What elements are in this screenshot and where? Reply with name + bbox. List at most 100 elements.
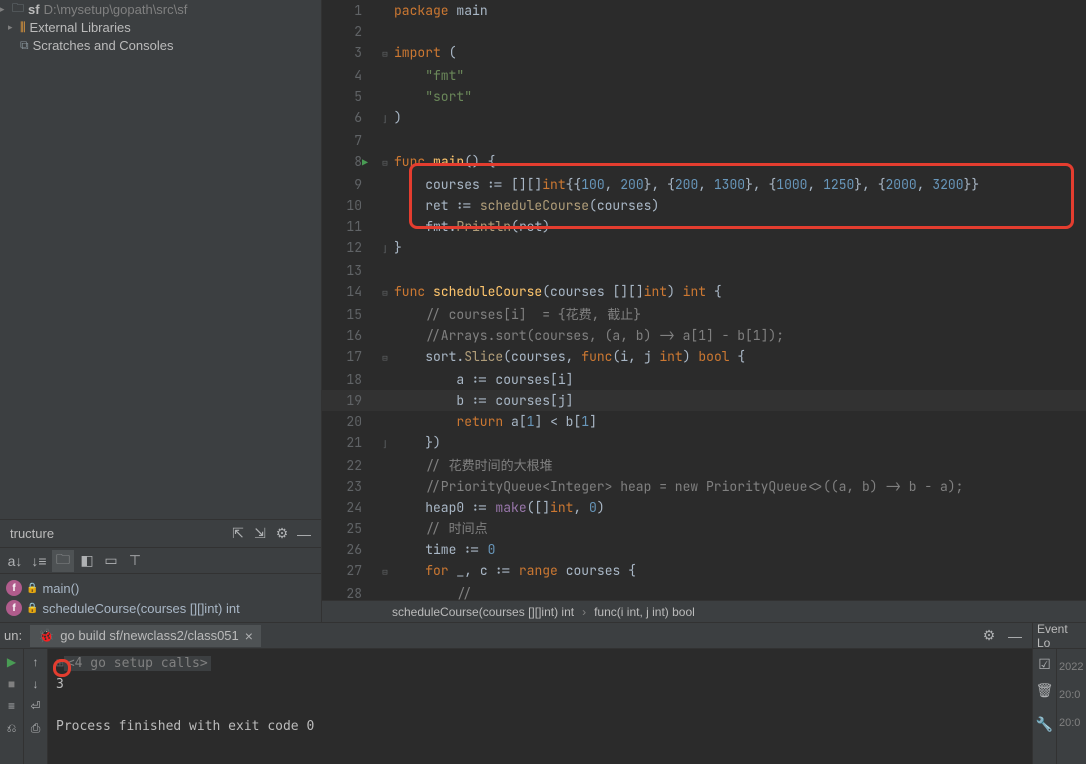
- line-number[interactable]: 7: [322, 130, 362, 151]
- fold-gutter[interactable]: [376, 86, 394, 107]
- line-number[interactable]: 9: [322, 174, 362, 195]
- code-line[interactable]: }): [394, 432, 1086, 455]
- gutter-run[interactable]: [362, 325, 376, 346]
- event-log-line[interactable]: 20:0: [1059, 681, 1084, 709]
- checkbox-icon[interactable]: ☑: [1034, 653, 1056, 675]
- code-line[interactable]: fmt.Println(ret): [394, 216, 1086, 237]
- run-output[interactable]: ⊞<4 go setup calls> 3 Process finished w…: [48, 649, 1032, 764]
- fold-gutter[interactable]: [376, 195, 394, 216]
- rerun-icon[interactable]: ▶: [3, 653, 21, 671]
- gutter-run[interactable]: [362, 86, 376, 107]
- fold-gutter[interactable]: ⊟: [376, 151, 394, 174]
- gutter-run[interactable]: ▶: [362, 151, 376, 174]
- line-number[interactable]: 14: [322, 281, 362, 304]
- code-line[interactable]: // courses[i] = {花费, 截止}: [394, 304, 1086, 325]
- code-line[interactable]: //: [394, 583, 1086, 600]
- code-line[interactable]: // 时间点: [394, 518, 1086, 539]
- fold-gutter[interactable]: [376, 21, 394, 42]
- gutter-run[interactable]: [362, 369, 376, 390]
- stop-icon[interactable]: ■: [3, 675, 21, 693]
- gutter-run[interactable]: [362, 216, 376, 237]
- line-number[interactable]: 19: [322, 390, 362, 411]
- code-line[interactable]: "sort": [394, 86, 1086, 107]
- line-number[interactable]: 1: [322, 0, 362, 21]
- fold-gutter[interactable]: [376, 390, 394, 411]
- fold-gutter[interactable]: ⌋: [376, 237, 394, 260]
- gutter-run[interactable]: [362, 281, 376, 304]
- expand-icon[interactable]: ⇱: [227, 523, 249, 545]
- fields-icon[interactable]: 🗀: [52, 550, 74, 572]
- code-line[interactable]: for _, c := range courses {: [394, 560, 1086, 583]
- sort-alpha-icon[interactable]: a↓: [4, 550, 26, 572]
- collapse-icon[interactable]: ⇲: [249, 523, 271, 545]
- setup-calls[interactable]: <4 go setup calls>: [64, 656, 211, 671]
- scratches-consoles[interactable]: ⧉ Scratches and Consoles: [0, 36, 321, 54]
- fold-gutter[interactable]: [376, 65, 394, 86]
- close-icon[interactable]: ×: [245, 628, 253, 644]
- code-line[interactable]: func main() {: [394, 151, 1086, 174]
- fold-gutter[interactable]: [376, 476, 394, 497]
- run-gutter-icon[interactable]: ▶: [362, 156, 368, 169]
- line-number[interactable]: 27: [322, 560, 362, 583]
- fold-gutter[interactable]: [376, 130, 394, 151]
- line-number[interactable]: 16: [322, 325, 362, 346]
- gutter-run[interactable]: [362, 455, 376, 476]
- fold-gutter[interactable]: [376, 518, 394, 539]
- code-line[interactable]: [394, 260, 1086, 281]
- code-line[interactable]: // 花费时间的大根堆: [394, 455, 1086, 476]
- gear-icon[interactable]: ⚙: [271, 523, 293, 545]
- line-number[interactable]: 28: [322, 583, 362, 600]
- gutter-run[interactable]: [362, 174, 376, 195]
- external-libraries[interactable]: ▸ ⫼ External Libraries: [0, 18, 321, 36]
- line-number[interactable]: 26: [322, 539, 362, 560]
- gutter-run[interactable]: [362, 518, 376, 539]
- gutter-run[interactable]: [362, 42, 376, 65]
- pin-icon[interactable]: ⎌: [3, 719, 21, 737]
- line-number[interactable]: 18: [322, 369, 362, 390]
- layout-icon[interactable]: ≡: [3, 697, 21, 715]
- fold-gutter[interactable]: [376, 497, 394, 518]
- line-number[interactable]: 20: [322, 411, 362, 432]
- code-line[interactable]: //PriorityQueue<Integer> heap = new Prio…: [394, 476, 1086, 497]
- fold-gutter[interactable]: ⊟: [376, 281, 394, 304]
- fold-gutter[interactable]: [376, 0, 394, 21]
- fold-gutter[interactable]: ⌋: [376, 107, 394, 130]
- fold-gutter[interactable]: [376, 455, 394, 476]
- fold-gutter[interactable]: ⊟: [376, 42, 394, 65]
- gutter-run[interactable]: [362, 21, 376, 42]
- fold-gutter[interactable]: [376, 304, 394, 325]
- gutter-run[interactable]: [362, 304, 376, 325]
- gutter-run[interactable]: [362, 130, 376, 151]
- down-icon[interactable]: ↓: [27, 675, 45, 693]
- gear-icon[interactable]: ⚙: [978, 625, 1000, 647]
- line-number[interactable]: 4: [322, 65, 362, 86]
- line-number[interactable]: 23: [322, 476, 362, 497]
- line-number[interactable]: 5: [322, 86, 362, 107]
- code-line[interactable]: sort.Slice(courses, func(i, j int) bool …: [394, 346, 1086, 369]
- line-number[interactable]: 13: [322, 260, 362, 281]
- code-line[interactable]: "fmt": [394, 65, 1086, 86]
- lambda-icon[interactable]: ⊤: [124, 550, 146, 572]
- line-number[interactable]: 15: [322, 304, 362, 325]
- line-number[interactable]: 24: [322, 497, 362, 518]
- line-number[interactable]: 21: [322, 432, 362, 455]
- fold-gutter[interactable]: ⊟: [376, 346, 394, 369]
- line-number[interactable]: 3: [322, 42, 362, 65]
- line-number[interactable]: 8: [322, 151, 362, 174]
- gutter-run[interactable]: [362, 476, 376, 497]
- line-number[interactable]: 22: [322, 455, 362, 476]
- code-line[interactable]: import (: [394, 42, 1086, 65]
- fold-gutter[interactable]: [376, 411, 394, 432]
- code-line[interactable]: ret := scheduleCourse(courses): [394, 195, 1086, 216]
- gutter-run[interactable]: [362, 497, 376, 518]
- fold-gutter[interactable]: [376, 369, 394, 390]
- structure-item[interactable]: f🔒main(): [0, 578, 321, 598]
- code-line[interactable]: [394, 21, 1086, 42]
- gutter-run[interactable]: [362, 411, 376, 432]
- code-line[interactable]: courses := [][]int{{100, 200}, {200, 130…: [394, 174, 1086, 195]
- code-line[interactable]: ): [394, 107, 1086, 130]
- code-line[interactable]: b := courses[j]: [394, 390, 1086, 411]
- code-line[interactable]: //Arrays.sort(courses, (a, b) -> a[1] - …: [394, 325, 1086, 346]
- event-log-line[interactable]: 20:0: [1059, 709, 1084, 737]
- event-log-line[interactable]: 2022: [1059, 653, 1084, 681]
